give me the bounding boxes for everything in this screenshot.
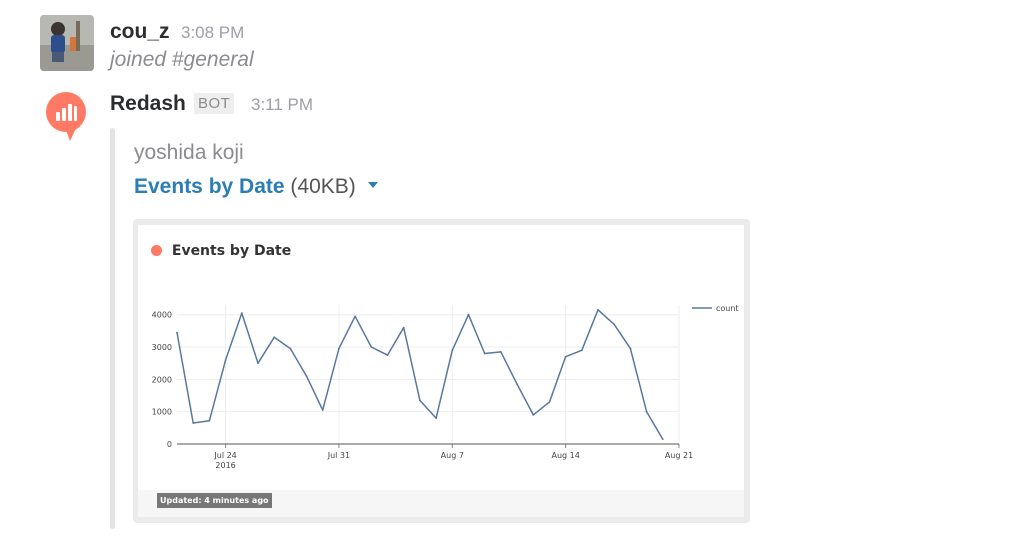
data-point bbox=[321, 409, 324, 411]
data-point bbox=[597, 308, 599, 311]
data-point bbox=[661, 438, 664, 441]
data-point bbox=[192, 422, 195, 424]
chart-card: Events by Date 0 1000 2000 3000 4000 Jul 24 20… bbox=[138, 225, 744, 517]
data-point bbox=[257, 362, 259, 365]
x-tick-label: Jul 31 bbox=[327, 451, 350, 460]
x-tick-label: Jul 24 bbox=[213, 451, 236, 460]
data-point bbox=[208, 419, 211, 422]
y-tick-label: 0 bbox=[167, 440, 172, 449]
y-tick-label: 1000 bbox=[152, 408, 172, 417]
x-tick-sublabel: 2016 bbox=[215, 461, 235, 470]
data-point bbox=[370, 346, 373, 348]
data-point bbox=[499, 350, 502, 353]
message-timestamp[interactable]: 3:11 PM bbox=[251, 95, 313, 115]
message-author[interactable]: cou_z bbox=[110, 20, 170, 44]
y-tick-label: 2000 bbox=[152, 375, 172, 384]
data-point bbox=[354, 315, 357, 318]
data-point bbox=[548, 401, 551, 403]
data-point bbox=[613, 323, 616, 326]
data-point bbox=[289, 347, 292, 350]
series-line-count bbox=[176, 309, 664, 440]
data-point bbox=[564, 355, 567, 358]
data-point bbox=[224, 359, 227, 361]
y-tick-label: 3000 bbox=[152, 343, 172, 352]
bot-badge: BOT bbox=[194, 93, 235, 114]
data-point bbox=[516, 383, 518, 386]
attachment-border bbox=[110, 128, 115, 529]
image-preview[interactable]: Events by Date 0 1000 2000 3000 4000 Jul 24 20… bbox=[133, 219, 750, 523]
data-point bbox=[419, 399, 421, 402]
data-point bbox=[305, 375, 308, 378]
data-point bbox=[580, 349, 583, 352]
avatar-photo-image bbox=[40, 15, 94, 71]
data-point bbox=[467, 313, 470, 316]
data-point bbox=[338, 347, 340, 350]
message-timestamp[interactable]: 3:08 PM bbox=[181, 23, 244, 43]
updated-badge: Updated: 4 minutes ago bbox=[157, 493, 272, 508]
data-point bbox=[629, 347, 632, 350]
data-point bbox=[435, 417, 437, 420]
data-point bbox=[645, 410, 648, 413]
data-point bbox=[483, 352, 486, 355]
attachment-author: yoshida koji bbox=[134, 141, 244, 164]
data-point bbox=[273, 336, 276, 339]
x-tick-label: Aug 7 bbox=[441, 451, 464, 460]
attachment-file-size: (40KB) bbox=[290, 175, 356, 198]
chevron-down-icon[interactable] bbox=[367, 182, 378, 189]
data-point bbox=[240, 312, 243, 314]
message-text: joined #general bbox=[110, 48, 254, 71]
data-point bbox=[386, 354, 389, 357]
line-chart: 0 1000 2000 3000 4000 Jul 242016 Jul 31 Aug 7 Au… bbox=[152, 304, 739, 470]
data-point bbox=[451, 349, 454, 352]
chart-card-footer: Updated: 4 minutes ago bbox=[138, 490, 744, 517]
y-tick-label: 4000 bbox=[152, 311, 172, 320]
data-point bbox=[532, 414, 535, 416]
data-point bbox=[402, 326, 405, 329]
x-tick-label: Aug 21 bbox=[665, 451, 693, 460]
message-author[interactable]: Redash bbox=[110, 92, 186, 116]
avatar[interactable] bbox=[40, 15, 94, 71]
x-tick-label: Aug 14 bbox=[551, 451, 579, 460]
redash-logo-icon[interactable] bbox=[44, 92, 90, 142]
attachment-title: Events by Date (40KB) bbox=[134, 175, 378, 199]
attachment-title-link[interactable]: Events by Date bbox=[134, 175, 285, 198]
legend-label: count bbox=[716, 304, 739, 313]
data-point bbox=[176, 331, 178, 334]
